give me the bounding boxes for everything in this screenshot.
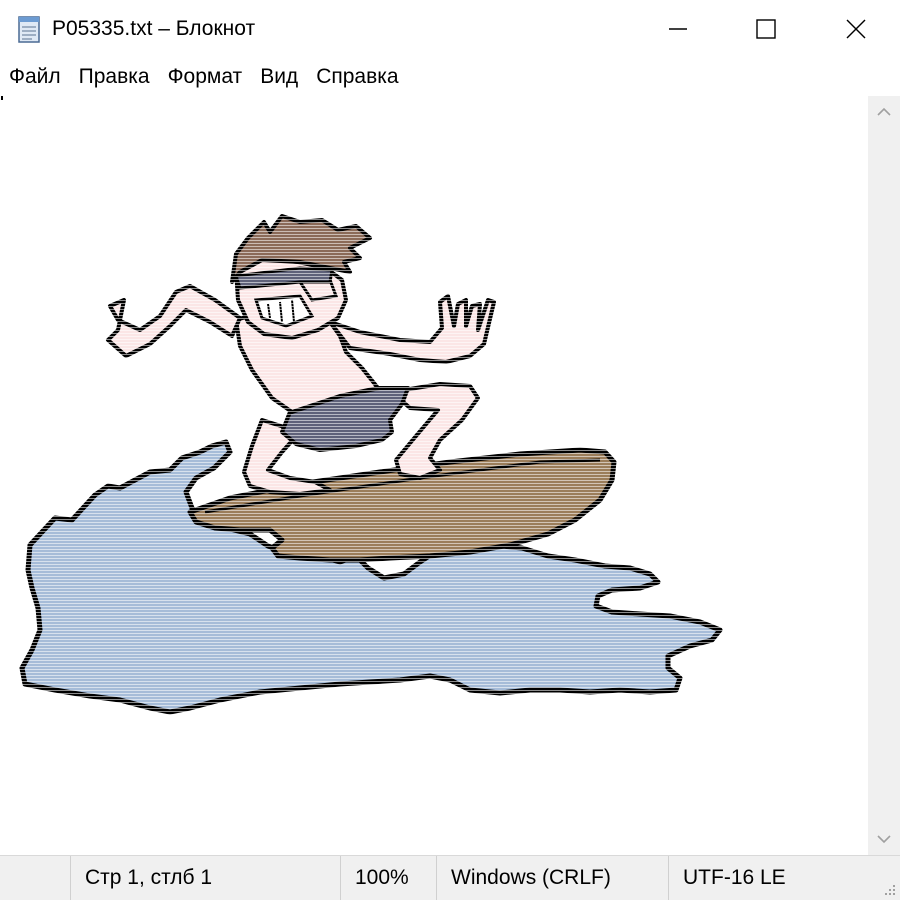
scroll-up-button[interactable] — [868, 96, 900, 128]
text-editor-area[interactable] — [0, 96, 868, 855]
resize-grip-icon[interactable] — [881, 881, 897, 897]
menu-help[interactable]: Справка — [307, 58, 407, 96]
close-button[interactable] — [810, 0, 900, 58]
menu-file[interactable]: Файл — [0, 58, 70, 96]
menu-edit[interactable]: Правка — [70, 58, 159, 96]
surfer-art — [0, 96, 868, 855]
chevron-up-icon — [877, 107, 891, 116]
scroll-down-button[interactable] — [868, 823, 900, 855]
notepad-icon — [14, 14, 44, 44]
menu-format[interactable]: Формат — [159, 58, 252, 96]
window-title: P05335.txt – Блокнот — [52, 17, 256, 40]
title-bar[interactable]: P05335.txt – Блокнот — [0, 0, 900, 58]
menu-view[interactable]: Вид — [251, 58, 307, 96]
text-caret — [1, 96, 3, 100]
chevron-down-icon — [877, 835, 891, 844]
status-bar: Стр 1, стлб 1 100% Windows (CRLF) UTF-16… — [0, 855, 900, 900]
minimize-button[interactable] — [632, 0, 724, 58]
status-cursor-position: Стр 1, стлб 1 — [70, 856, 340, 900]
status-encoding: UTF-16 LE — [668, 856, 878, 900]
maximize-icon — [756, 19, 776, 39]
status-line-endings: Windows (CRLF) — [436, 856, 668, 900]
minimize-icon — [669, 28, 687, 30]
vertical-scrollbar[interactable] — [868, 96, 900, 855]
maximize-button[interactable] — [720, 0, 812, 58]
menu-bar: Файл Правка Формат Вид Справка — [0, 58, 900, 96]
status-zoom: 100% — [340, 856, 436, 900]
close-icon — [846, 19, 866, 39]
